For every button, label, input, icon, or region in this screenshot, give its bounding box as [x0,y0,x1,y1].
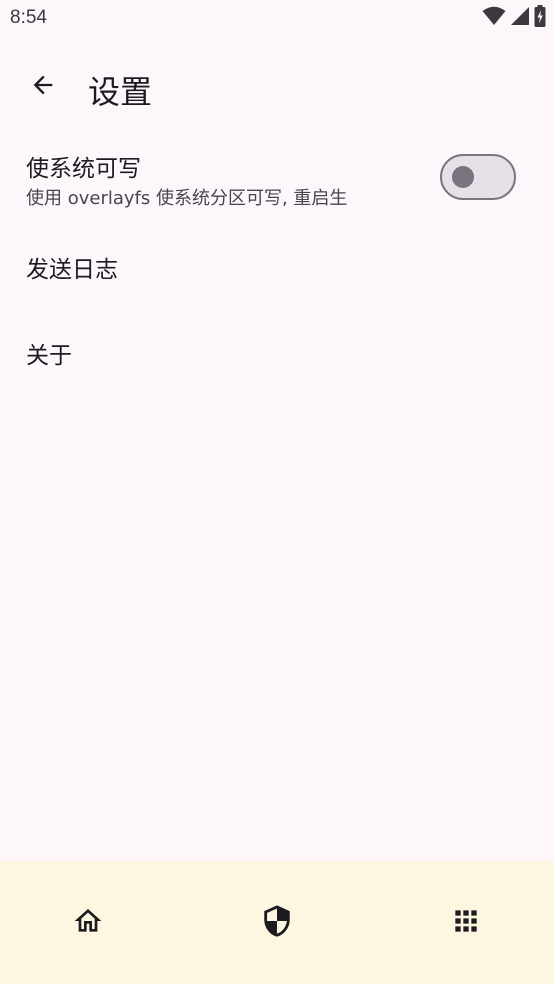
nav-home[interactable] [60,899,116,947]
setting-about[interactable]: 关于 [0,320,554,382]
app-bar: 设置 [0,48,554,126]
setting-overlay-writable[interactable]: 使系统可写 使用 overlayfs 使系统分区可写, 重启生 [0,140,554,220]
status-icons [482,5,546,31]
nav-security[interactable] [249,899,305,947]
toggle-knob [452,166,474,188]
setting-about-title: 关于 [26,343,72,369]
setting-send-logs[interactable]: 发送日志 [0,234,554,296]
status-bar: 8:54 [0,0,554,38]
nav-apps[interactable] [438,899,494,947]
battery-charging-icon [534,5,546,31]
apps-grid-icon [450,905,482,941]
setting-overlay-title: 使系统可写 [26,156,141,182]
bottom-navigation [0,861,554,984]
wifi-icon [482,6,506,30]
back-button[interactable] [18,62,68,112]
status-time: 8:54 [10,7,47,28]
signal-icon [510,6,530,30]
setting-overlay-subtitle: 使用 overlayfs 使系统分区可写, 重启生 [26,188,348,209]
arrow-back-icon [29,71,57,103]
page-title: 设置 [88,73,153,111]
shield-icon [260,904,294,942]
home-icon [72,905,104,941]
overlay-toggle-switch[interactable] [440,154,516,200]
setting-send-logs-title: 发送日志 [26,257,118,283]
